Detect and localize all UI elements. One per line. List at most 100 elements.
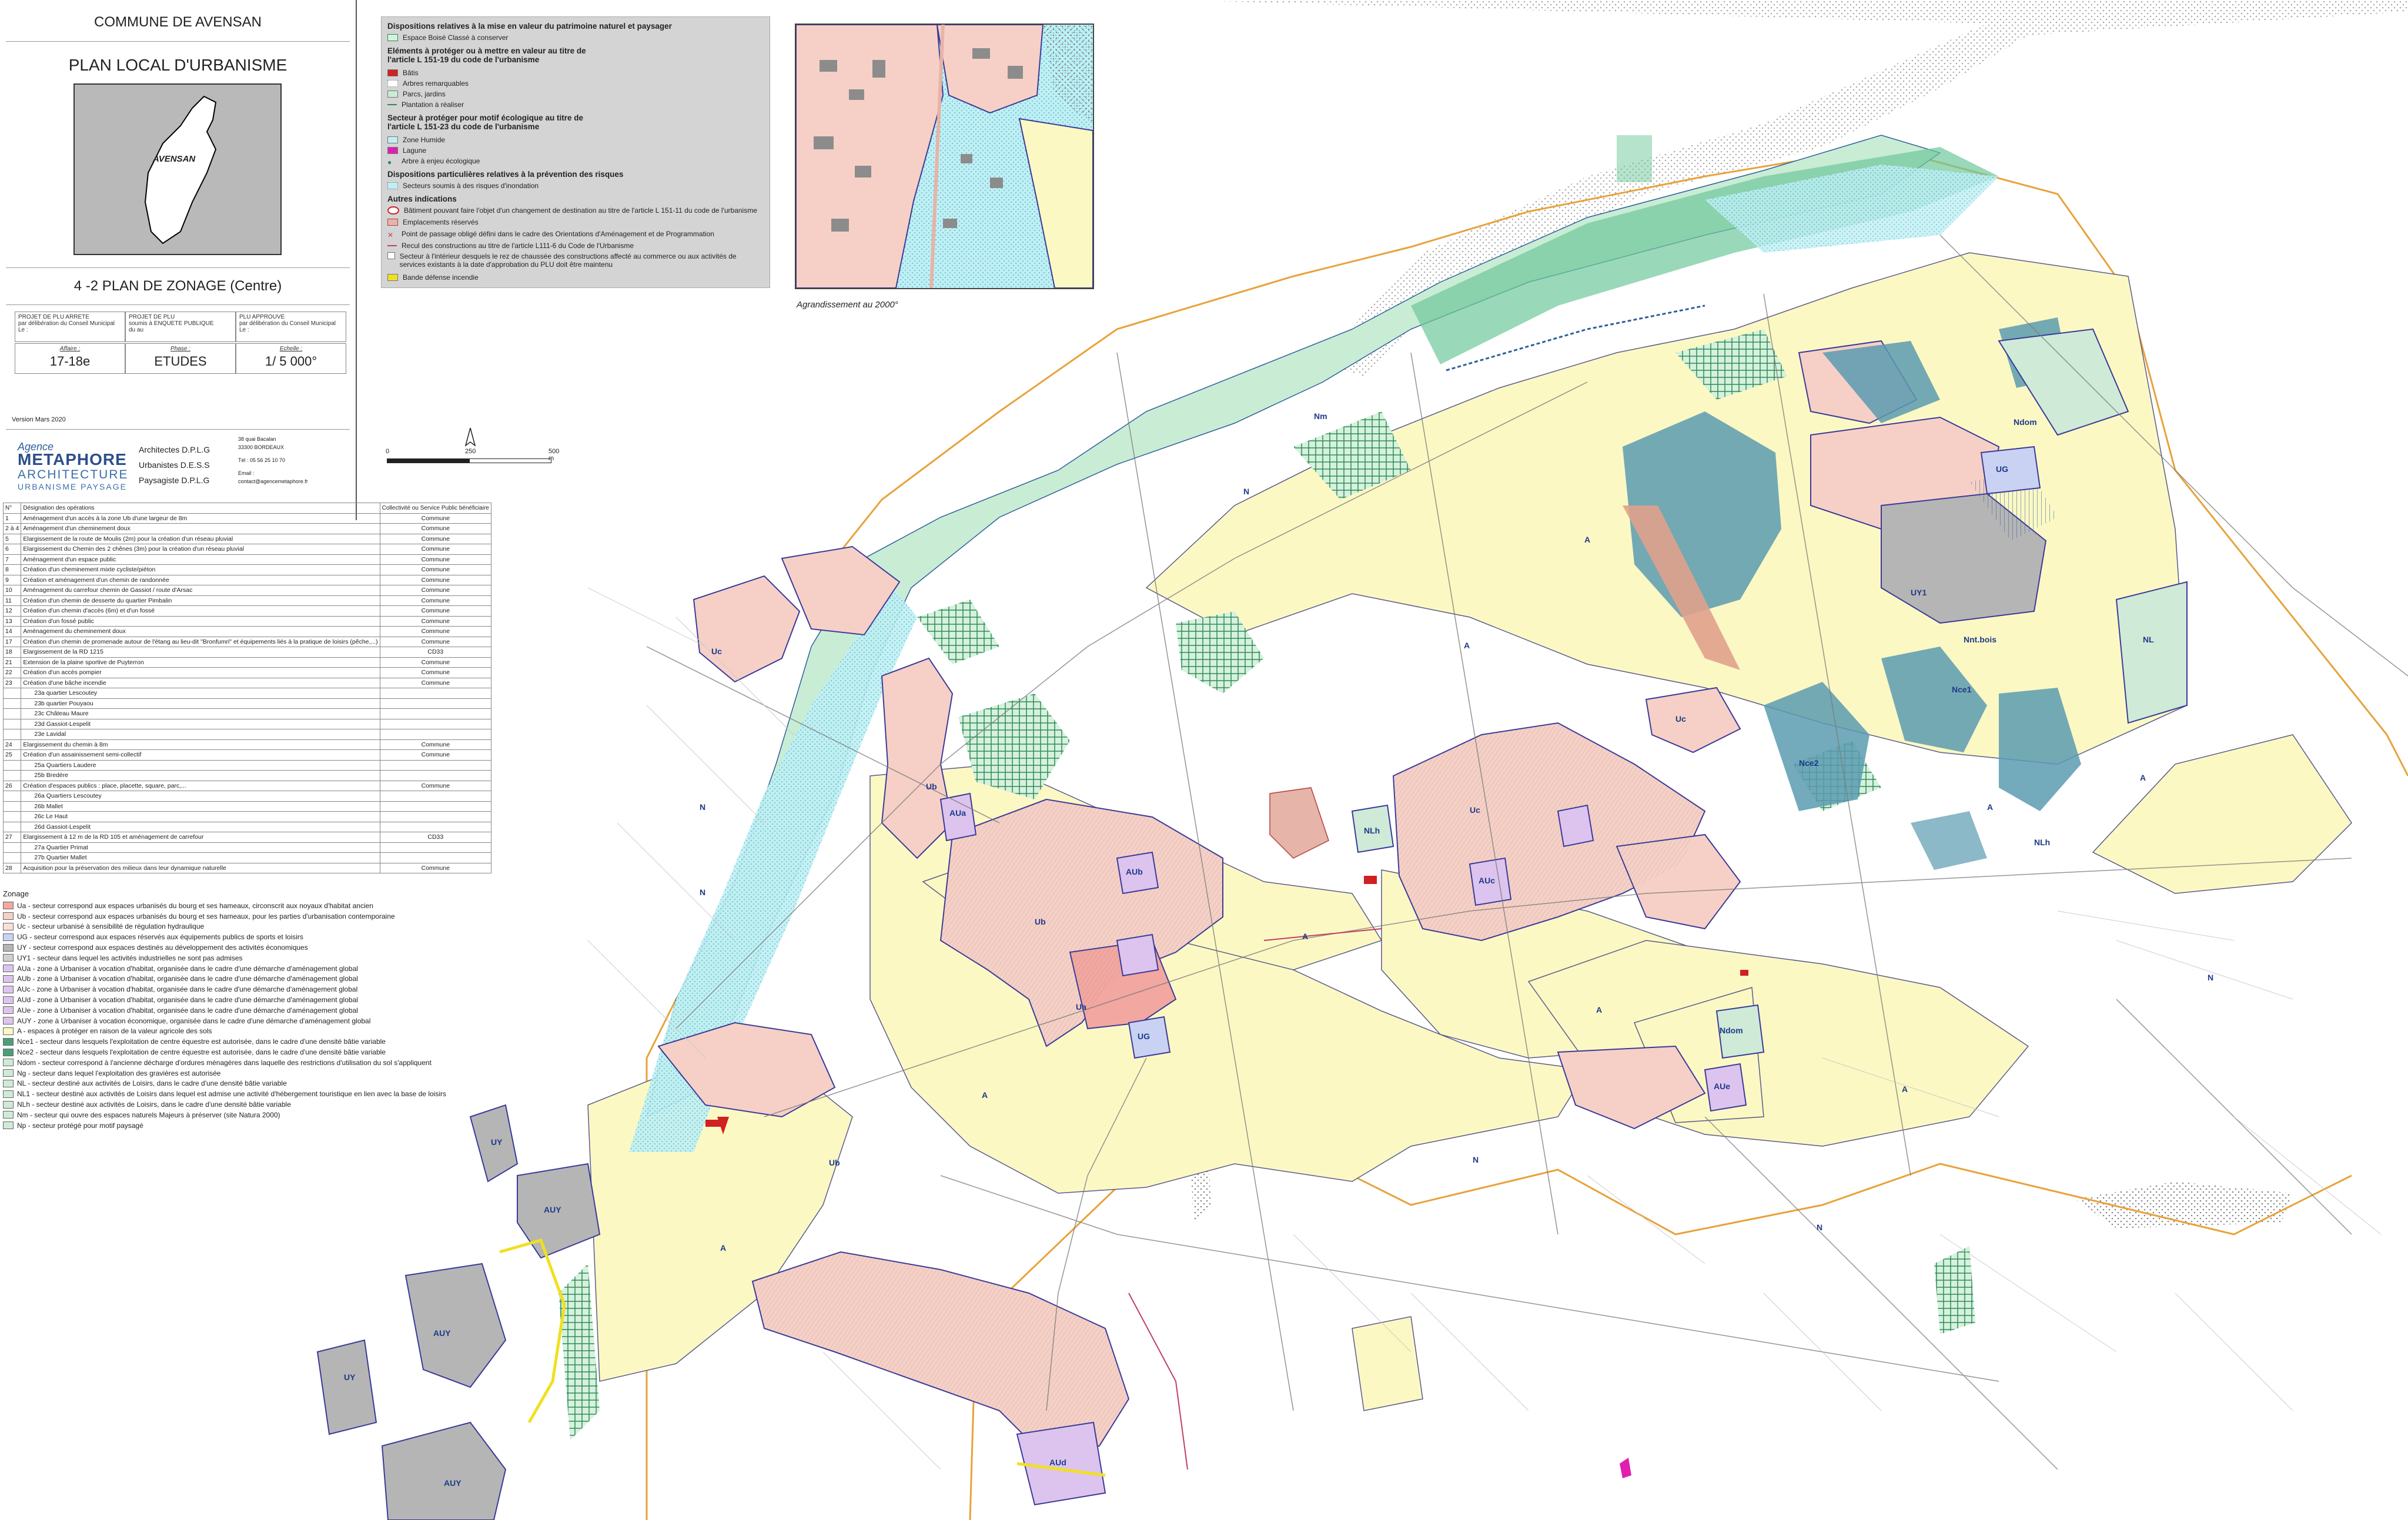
table-row: 9 Création et aménagement d'un chemin de … [2, 574, 491, 585]
table-row: 1 Aménagement d'un accès à la zone Ub d'u… [2, 513, 491, 524]
zone-swatch-icon [3, 975, 14, 983]
table-row: 26b Mallet [2, 801, 491, 812]
zoning-legend-item: Nce1 - secteur dans lesquels l'exploitat… [3, 1036, 485, 1047]
table-row: 22 Création d'un accès pompier Commune [2, 667, 491, 678]
zone-swatch-icon [3, 1048, 14, 1056]
park-swatch-icon [387, 91, 398, 98]
zoning-legend-item: AUb - zone à Urbaniser à vocation d'habi… [3, 974, 485, 985]
commerce-swatch-icon [387, 252, 395, 259]
agency-address: 38 quai Bacalan 33300 BORDEAUX Tél : 05 56… [238, 436, 308, 484]
table-row: 23b quartier Pouyaou [2, 698, 491, 709]
table-row: 6 Elargissement du Chemin des 2 chênes (3… [2, 544, 491, 555]
map-legend: Dispositions relatives à la mise en vale… [381, 16, 770, 288]
table-row: 25a Quartiers Laudere [2, 759, 491, 771]
table-row: 26d Gassiot-Lespelit [2, 821, 491, 832]
zone-swatch-icon [3, 902, 14, 910]
table-row: 24 Elargissement du chemin à 8m Commune [2, 739, 491, 750]
zone-swatch-icon [3, 1079, 14, 1087]
zone-swatch-icon [3, 1121, 14, 1130]
version-text: Version Mars 2020 [12, 416, 66, 423]
legend-section-title: Dispositions particulières relatives à l… [387, 170, 624, 179]
change-destination-icon [387, 206, 399, 215]
table-row: 28 Acquisition pour la préservation des m… [2, 862, 491, 873]
zoning-legend-item: Uc - secteur urbanisé à sensibilité de r… [3, 922, 485, 932]
table-row: 13 Création d'un fossé public Commune [2, 615, 491, 627]
status-box-arrete: PROJET DE PLU ARRETE par délibération du … [15, 312, 125, 342]
passage-point-icon: ✕ [387, 231, 394, 239]
zoning-legend-item: NL - secteur destiné aux activités de Lo… [3, 1079, 485, 1089]
legend-section-title: Autres indications [387, 195, 457, 203]
built-swatch-icon [387, 69, 398, 76]
inset-enlargement-map [795, 24, 1094, 289]
table-row: 23d Gassiot-Lespelit [2, 718, 491, 729]
zoning-legend-item: Nce2 - secteur dans lesquels l'exploitat… [3, 1047, 485, 1057]
table-row: 26 Création d'espaces publics : place, pl… [2, 780, 491, 791]
plan-subtitle: 4 -2 PLAN DE ZONAGE (Centre) [73, 278, 282, 294]
zone-swatch-icon [3, 943, 14, 952]
eco-tree-icon: ● [387, 158, 392, 166]
table-row: 7 Aménagement d'un espace public Commune [2, 554, 491, 565]
zoning-legend-item: NL1 - secteur destiné aux activités de L… [3, 1089, 485, 1099]
fire-band-swatch-icon [387, 274, 398, 281]
zone-swatch-icon [3, 1090, 14, 1098]
reserved-operations-table: N° Désignation des opérations Collectivi… [2, 503, 491, 873]
table-row: 10 Aménagement du carrefour chemin de Gas… [2, 585, 491, 596]
zoning-legend-item: AUY - zone à Urbaniser à vocation économ… [3, 1016, 485, 1026]
zone-swatch-icon [3, 954, 14, 962]
table-row: 25 Création d'un assainissement semi-coll… [2, 749, 491, 761]
setback-line-icon [387, 245, 397, 246]
wetland-swatch-icon [387, 136, 398, 143]
zoning-legend-item: Nm - secteur qui ouvre des espaces natur… [3, 1110, 485, 1120]
zone-swatch-icon [3, 965, 14, 973]
commune-name: COMMUNE DE AVENSAN [94, 14, 262, 30]
plan-title: PLAN LOCAL D'URBANISME [68, 56, 287, 74]
table-row: 17 Création d'un chemin de promenade auto… [2, 636, 491, 647]
plantation-swatch-icon [387, 104, 397, 105]
table-row: 27 Elargissement à 12 m de la RD 105 et a… [2, 832, 491, 843]
lagoon-swatch-icon [387, 147, 398, 154]
north-arrow-icon [464, 426, 476, 451]
table-row: 27b Quartier Mallet [2, 852, 491, 863]
zone-swatch-icon [3, 1111, 14, 1119]
table-row: 23 Création d'une bâche incendie Commune [2, 677, 491, 688]
reserved-swatch-icon [387, 219, 398, 226]
zoning-title: Zonage [3, 889, 29, 898]
zone-swatch-icon [3, 922, 14, 930]
zoning-legend-item: AUe - zone à Urbaniser à vocation d'habi… [3, 1005, 485, 1016]
zoning-legend-item: AUa - zone à Urbaniser à vocation d'habi… [3, 963, 485, 974]
zone-swatch-icon [3, 1006, 14, 1015]
table-row: 23c Château Maure [2, 708, 491, 719]
table-row: 25b Bredère [2, 770, 491, 781]
zoning-legend-item: Ndom - secteur correspond à l'ancienne d… [3, 1057, 485, 1068]
phase-value: ETUDES [154, 354, 207, 369]
table-row: 23e Lavidal [2, 729, 491, 740]
zoning-legend-item: UG - secteur correspond aux espaces rése… [3, 932, 485, 942]
agency-logo: METAPHORE [18, 450, 127, 468]
table-row: 14 Aménagement du cheminement doux Commune [2, 626, 491, 637]
zoning-legend-item: AUc - zone à Urbaniser à vocation d'habi… [3, 984, 485, 995]
zone-swatch-icon [3, 1027, 14, 1035]
zone-swatch-icon [3, 933, 14, 941]
zoning-legend-item: Np - secteur protégé pour motif paysagé [3, 1120, 485, 1131]
table-header-row: N° Désignation des opérations Collectivi… [2, 503, 491, 514]
table-row: 26c Le Haut [2, 811, 491, 822]
zone-swatch-icon [3, 1100, 14, 1109]
affaire-value: 17-18e [49, 354, 91, 369]
agency-line2: ARCHITECTURE [18, 468, 129, 481]
table-row: 8 Création d'un cheminement mixte cyclist… [2, 564, 491, 575]
zoning-legend-item: UY1 - secteur dans lequel les activités … [3, 953, 485, 963]
title-block: COMMUNE DE AVENSAN PLAN LOCAL D'URBANISM… [0, 0, 357, 520]
scale-label: 500 m [549, 448, 560, 462]
zoning-legend-item: Ub - secteur correspond aux espaces urba… [3, 911, 485, 922]
locator-label: AVENSAN [153, 154, 196, 164]
zoning-legend-item: AUd - zone à Urbaniser à vocation d'habi… [3, 995, 485, 1005]
scale-label: 0 [386, 448, 390, 455]
legend-section-title: Secteur à protéger pour motif écologique… [387, 113, 584, 131]
flood-swatch-icon [387, 182, 398, 189]
zone-swatch-icon [3, 1059, 14, 1067]
zone-swatch-icon [3, 1069, 14, 1077]
table-row: 27a Quartier Primat [2, 842, 491, 853]
table-row: 11 Création d'un chemin de desserte du qu… [2, 595, 491, 606]
zone-swatch-icon [3, 985, 14, 993]
table-row: 5 Elargissement de la route de Moulis (2m… [2, 533, 491, 544]
